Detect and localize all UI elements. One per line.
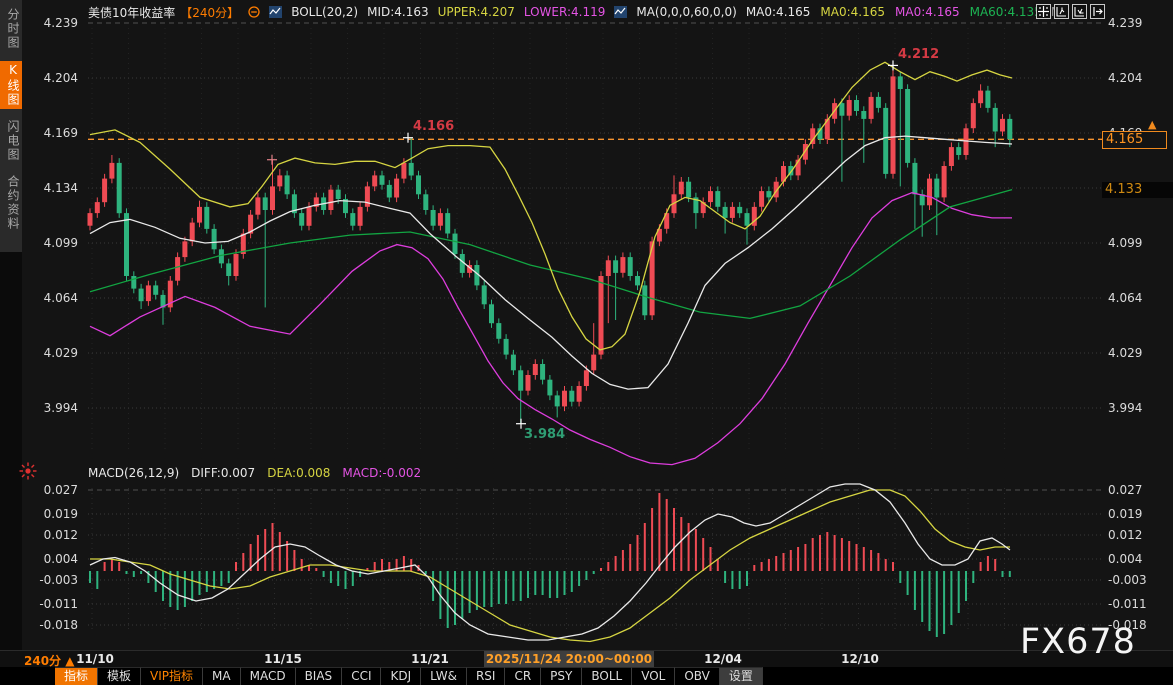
indicator-tab-MACD[interactable]: MACD — [241, 667, 296, 685]
axis-label: 4.029 — [1108, 346, 1170, 360]
sidebar-tab-分时图[interactable]: 分时图 — [0, 6, 22, 52]
collapse-icon[interactable] — [248, 6, 260, 18]
instrument-title: 美债10年收益率 — [88, 4, 175, 21]
scale-up-icon[interactable] — [1054, 4, 1069, 19]
macd-legend: MACD(26,12,9) DIFF:0.007 DEA:0.008 MACD:… — [88, 466, 421, 480]
sidebar-tab-list: 分时图 K线图闪电图合约资料 — [0, 0, 22, 252]
peak-label: 4.212 — [898, 47, 939, 62]
indicator-tab-RSI[interactable]: RSI — [467, 667, 506, 685]
price-up-arrow-icon: ▲ — [1148, 118, 1156, 131]
ma-label: MA(0,0,0,60,0,0) — [636, 5, 736, 19]
indicator-tab-BIAS[interactable]: BIAS — [296, 667, 343, 685]
indicator-tab-PSY[interactable]: PSY — [541, 667, 582, 685]
macd-diff-value: DIFF:0.007 — [191, 466, 255, 480]
ma-value-1: MA0:4.165 — [820, 5, 885, 19]
indicator-tab-设置[interactable]: 设置 — [720, 667, 763, 685]
low-label: 3.984 — [524, 427, 565, 442]
indicator-chart-icon[interactable] — [614, 6, 627, 18]
period-label: 【240分】 — [180, 4, 239, 21]
indicator-tab-指标[interactable]: 指标 — [55, 667, 98, 685]
macd-histogram-layer — [90, 493, 1010, 637]
crosshair-date-badge: 2025/11/24 20:00~00:00 — — [484, 651, 654, 668]
date-label-11/15: 11/15 — [264, 652, 302, 666]
chart-canvas[interactable] — [0, 0, 1173, 650]
indicator-tab-BOLL[interactable]: BOLL — [582, 667, 632, 685]
ma-value-2: MA0:4.165 — [895, 5, 960, 19]
axis-label: 0.027 — [26, 483, 78, 497]
axis-label: 0.027 — [1108, 483, 1170, 497]
swing-high-label: 4.166 — [413, 119, 454, 134]
sun-marker-icon — [19, 462, 37, 484]
axis-label: 0.019 — [1108, 507, 1170, 521]
axis-label: 4.204 — [26, 71, 78, 85]
ma-value-3: MA60:4.135 — [970, 5, 1042, 19]
axis-label: 3.994 — [26, 401, 78, 415]
date-label-11/21: 11/21 — [411, 652, 449, 666]
crosshair-icon[interactable] — [1036, 4, 1051, 19]
shift-right-icon[interactable] — [1090, 4, 1105, 19]
date-label-12/04: 12/04 — [704, 652, 742, 666]
date-label-12/10: 12/10 — [841, 652, 879, 666]
ma-values: MA0:4.165 MA0:4.165 MA0:4.165 MA60:4.135 — [746, 5, 1042, 19]
axis-label: 0.004 — [26, 552, 78, 566]
scale-right-icon[interactable] — [1072, 4, 1087, 19]
period-up-icon: ▲ — [65, 654, 74, 668]
candles-layer — [88, 65, 1013, 423]
axis-label: 4.239 — [1108, 16, 1170, 30]
boll-upper-value: UPPER:4.207 — [438, 5, 515, 19]
indicator-chart-icon[interactable] — [269, 6, 282, 18]
indicator-tab-CCI[interactable]: CCI — [342, 667, 381, 685]
indicator-tab-VOL[interactable]: VOL — [632, 667, 675, 685]
ma-value-0: MA0:4.165 — [746, 5, 811, 19]
axis-label: 4.029 — [26, 346, 78, 360]
axis-label: -0.011 — [1108, 597, 1170, 611]
axis-label: 4.169 — [26, 126, 78, 140]
boll-lower-value: LOWER:4.119 — [524, 5, 606, 19]
indicator-legend: 美债10年收益率 【240分】 BOLL(20,2) MID:4.163 UPP… — [88, 3, 1061, 21]
sidebar-tab-合约资料[interactable]: 合约资料 — [0, 173, 22, 233]
chart-svg — [0, 0, 1173, 650]
sidebar: 分时图 K线图闪电图合约资料 — [0, 0, 22, 650]
indicator-tab-OBV[interactable]: OBV — [675, 667, 720, 685]
axis-label: -0.018 — [26, 618, 78, 632]
indicator-tab-VIP指标[interactable]: VIP指标 — [141, 667, 203, 685]
secondary-price-box: 4.133 — [1102, 182, 1173, 198]
axis-label: 4.064 — [1108, 291, 1170, 305]
x-axis-row: 240分 ▲ 2025/11/24 20:00~00:00 — 11/1011/… — [0, 650, 1173, 668]
axis-label: 4.239 — [26, 16, 78, 30]
indicator-tab-KDJ[interactable]: KDJ — [381, 667, 421, 685]
boll-mid-value: MID:4.163 — [367, 5, 429, 19]
axis-label: 4.204 — [1108, 71, 1170, 85]
macd-value: MACD:-0.002 — [342, 466, 421, 480]
sidebar-tab-闪电图[interactable]: 闪电图 — [0, 118, 22, 164]
axis-label: 0.004 — [1108, 552, 1170, 566]
indicator-tab-模板[interactable]: 模板 — [98, 667, 141, 685]
axis-label: 3.994 — [1108, 401, 1170, 415]
axis-label: 0.012 — [1108, 528, 1170, 542]
axis-label: -0.011 — [26, 597, 78, 611]
axis-label: 4.134 — [26, 181, 78, 195]
axis-label: -0.003 — [26, 573, 78, 587]
axis-label: 0.012 — [26, 528, 78, 542]
indicator-tab-bar: 指标模板VIP指标MAMACDBIASCCIKDJLW&RSICRPSYBOLL… — [0, 667, 1173, 685]
chart-toolbar — [1036, 4, 1105, 19]
indicator-tab-CR[interactable]: CR — [505, 667, 541, 685]
date-label-11/10: 11/10 — [76, 652, 114, 666]
axis-label: 4.099 — [1108, 236, 1170, 250]
charting-app: 分时图 K线图闪电图合约资料 美债10年收益率 【240分】 BOLL(20,2)… — [0, 0, 1173, 685]
axis-label: 4.099 — [26, 236, 78, 250]
axis-label: 4.064 — [26, 291, 78, 305]
axis-label: 0.019 — [26, 507, 78, 521]
macd-dea-value: DEA:0.008 — [267, 466, 330, 480]
boll-label: BOLL(20,2) — [291, 5, 358, 19]
current-price-box: 4.165 — [1102, 131, 1167, 149]
macd-name: MACD(26,12,9) — [88, 466, 179, 480]
indicator-tab-LW&[interactable]: LW& — [421, 667, 467, 685]
indicator-tab-MA[interactable]: MA — [203, 667, 241, 685]
sidebar-tab-K线图[interactable]: K线图 — [0, 61, 22, 109]
axis-label: -0.018 — [1108, 618, 1170, 632]
axis-label: -0.003 — [1108, 573, 1170, 587]
